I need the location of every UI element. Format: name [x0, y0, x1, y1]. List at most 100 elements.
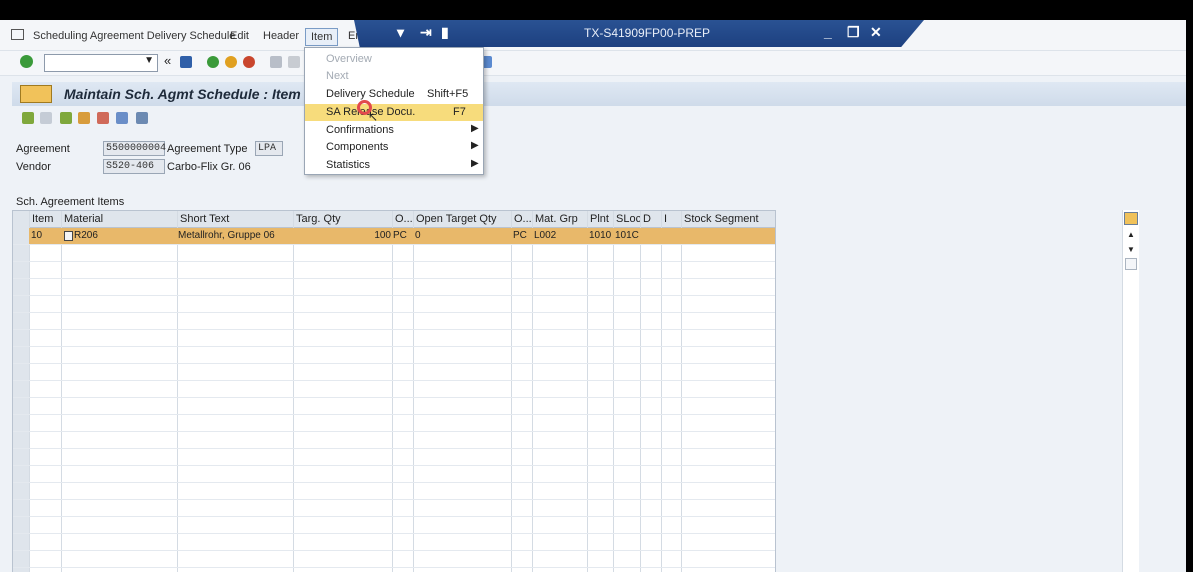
row-divider — [13, 448, 775, 449]
header-details-icon[interactable] — [22, 112, 34, 124]
dropdown-arrow-icon[interactable]: ▾ — [397, 24, 404, 41]
agreement-label: Agreement — [16, 143, 70, 155]
vendor-field[interactable]: S520-406 — [103, 159, 165, 174]
submenu-arrow-icon: ▶ — [471, 158, 479, 169]
collapse-icon[interactable]: « — [164, 53, 171, 68]
items-table: Item Material Short Text Targ. Qty O... … — [12, 210, 776, 572]
row-divider — [13, 261, 775, 262]
menu-edit[interactable]: Edit — [230, 30, 249, 42]
column-header-targ-qty[interactable]: Targ. Qty — [296, 213, 341, 225]
save-icon[interactable] — [180, 56, 192, 68]
column-header-material[interactable]: Material — [64, 213, 103, 225]
column-header-mat-grp[interactable]: Mat. Grp — [535, 213, 578, 225]
item-dropdown-menu: Overview Next Delivery Schedule Shift+F5… — [304, 47, 484, 175]
find-icon[interactable] — [288, 56, 300, 68]
column-header-open-target-qty[interactable]: Open Target Qty — [416, 213, 497, 225]
column-header-stock-segment[interactable]: Stock Segment — [684, 213, 759, 225]
exit-icon[interactable] — [225, 56, 237, 68]
table-row[interactable]: 10 R206 Metallrohr, Gruppe 06 100 PC 0 P… — [29, 228, 775, 244]
column-divider — [532, 211, 533, 572]
column-header-i[interactable]: I — [664, 213, 667, 225]
menu-option-overview[interactable]: Overview — [305, 51, 483, 68]
menu-header[interactable]: Header — [263, 30, 299, 42]
column-divider — [61, 211, 62, 572]
agreement-field[interactable]: 5500000004 — [103, 141, 166, 156]
column-header-order-unit-2[interactable]: O... — [514, 213, 532, 225]
column-divider — [613, 211, 614, 572]
printer-icon[interactable] — [136, 112, 148, 124]
menu-option-components[interactable]: Components ▶ — [305, 139, 483, 156]
page-header: Maintain Sch. Agmt Schedule : Item — [12, 82, 1186, 106]
print-icon[interactable] — [270, 56, 282, 68]
cancel-icon[interactable] — [243, 56, 255, 68]
item-details-icon[interactable] — [40, 112, 52, 124]
column-header-short-text[interactable]: Short Text — [180, 213, 229, 225]
menu-option-label: Statistics — [326, 159, 371, 171]
menu-item[interactable]: Item — [305, 28, 339, 46]
row-divider — [13, 533, 775, 534]
column-divider — [681, 211, 682, 572]
menu-option-statistics[interactable]: Statistics ▶ — [305, 157, 483, 174]
column-divider — [640, 211, 641, 572]
row-divider — [13, 431, 775, 432]
column-header-order-unit[interactable]: O... — [395, 213, 413, 225]
row-divider — [13, 482, 775, 483]
cell-material[interactable]: R206 — [74, 230, 98, 241]
menu-option-sa-release-docu[interactable]: SA Release Docu. F7 — [305, 104, 483, 121]
cell-sloc[interactable]: 101C — [615, 230, 639, 241]
cell-mat-grp[interactable]: L002 — [534, 230, 556, 241]
material-search-icon[interactable] — [64, 231, 73, 241]
menu-option-label: Delivery Schedule — [326, 88, 415, 100]
column-header-plnt[interactable]: Plnt — [590, 213, 609, 225]
table-settings-icon[interactable] — [1124, 212, 1138, 225]
column-header-d[interactable]: D — [643, 213, 651, 225]
exit-menu-icon[interactable] — [11, 29, 24, 40]
chevron-down-icon[interactable]: ▼ — [144, 55, 154, 66]
minimize-icon[interactable]: _ — [824, 24, 832, 40]
menu-toggle-icon[interactable] — [20, 85, 52, 103]
documents-icon[interactable] — [78, 112, 90, 124]
pin-icon[interactable]: ⇥ — [420, 24, 432, 41]
standard-toolbar: ▼ « — [0, 51, 1186, 76]
column-header-item[interactable]: Item — [32, 213, 53, 225]
cell-order-unit-2[interactable]: PC — [513, 230, 527, 241]
column-header-sloc[interactable]: SLoc — [616, 213, 641, 225]
restore-icon[interactable]: ❐ — [847, 24, 860, 41]
cell-targ-qty[interactable]: 100 — [371, 230, 391, 241]
row-divider — [13, 380, 775, 381]
table-scroll-panel: ▲ ▼ — [1122, 210, 1139, 572]
menu-option-delivery-schedule[interactable]: Delivery Schedule Shift+F5 — [305, 86, 483, 103]
command-field[interactable]: ▼ — [44, 54, 158, 72]
row-divider — [13, 465, 775, 466]
row-divider — [13, 278, 775, 279]
window-title-bar: ▾ ⇥ ▮ TX-S41909FP00-PREP _ ❐ ✕ — [354, 20, 924, 47]
scrollbar-thumb[interactable] — [1125, 258, 1137, 270]
chart-icon[interactable] — [116, 112, 128, 124]
cell-plnt[interactable]: 1010 — [589, 230, 611, 241]
back-icon[interactable] — [207, 56, 219, 68]
scroll-up-icon[interactable]: ▲ — [1127, 230, 1135, 239]
menu-option-next[interactable]: Next — [305, 68, 483, 85]
column-divider — [293, 211, 294, 572]
menu-option-confirmations[interactable]: Confirmations ▶ — [305, 122, 483, 139]
row-divider — [13, 550, 775, 551]
row-divider — [13, 516, 775, 517]
row-divider — [13, 312, 775, 313]
enter-check-icon[interactable] — [20, 55, 33, 68]
column-divider — [661, 211, 662, 572]
menu-option-shortcut: F7 — [453, 106, 466, 118]
schedule-icon[interactable] — [60, 112, 72, 124]
menu-option-label: Components — [326, 141, 389, 153]
cell-short-text[interactable]: Metallrohr, Gruppe 06 — [178, 230, 275, 241]
close-icon[interactable]: ✕ — [870, 24, 882, 41]
menu-transaction[interactable]: Scheduling Agreement Delivery Schedule — [33, 30, 235, 42]
agreement-type-label: Agreement Type — [167, 143, 248, 155]
cell-order-unit[interactable]: PC — [393, 230, 407, 241]
agreement-type-field[interactable]: LPA — [255, 141, 283, 156]
cell-open-target-qty[interactable]: 0 — [415, 230, 421, 241]
row-divider — [13, 414, 775, 415]
scroll-down-icon[interactable]: ▼ — [1127, 245, 1135, 254]
row-divider — [13, 329, 775, 330]
copy-icon[interactable] — [97, 112, 109, 124]
cell-item[interactable]: 10 — [31, 230, 42, 241]
